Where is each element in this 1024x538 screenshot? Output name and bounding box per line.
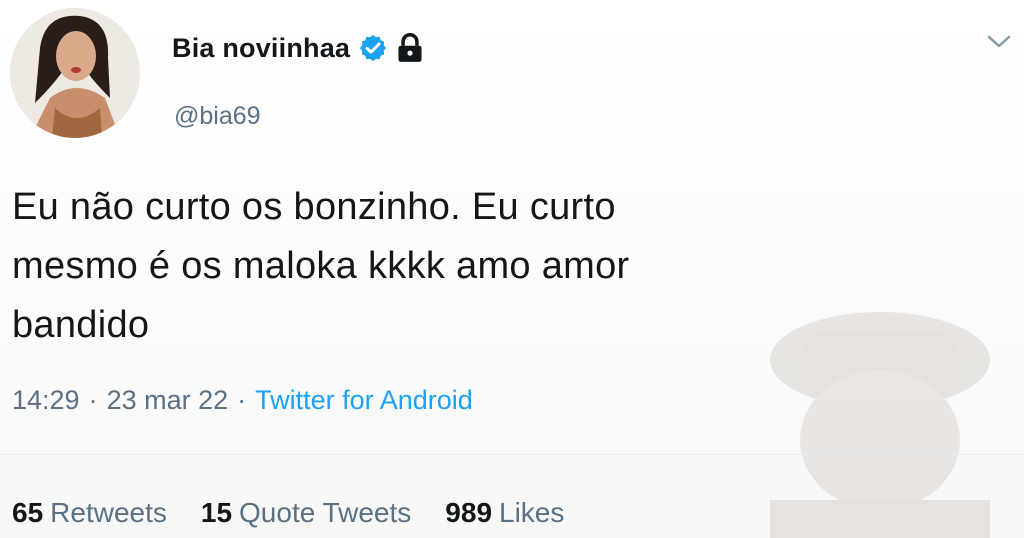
tweet-text: Eu não curto os bonzinho. Eu curto mesmo… [12, 178, 912, 355]
tweet-text-line: Eu não curto os bonzinho. Eu curto [12, 186, 616, 228]
quote-tweets-stat[interactable]: 15 Quote Tweets [201, 497, 411, 529]
retweets-count: 65 [12, 497, 44, 528]
tweet-text-line: bandido [12, 304, 150, 346]
verified-badge-icon [358, 33, 388, 63]
user-handle[interactable]: @bia69 [174, 102, 261, 131]
tweet-source-link[interactable]: Twitter for Android [255, 385, 473, 416]
tweet-time[interactable]: 14:29 [12, 385, 80, 416]
chevron-down-icon[interactable] [984, 30, 1014, 54]
likes-stat[interactable]: 989 Likes [445, 497, 564, 529]
avatar[interactable] [10, 8, 140, 138]
retweets-label: Retweets [50, 497, 167, 528]
retweets-stat[interactable]: 65 Retweets [12, 497, 167, 529]
display-name[interactable]: Bia noviinhaa [172, 33, 350, 64]
tweet-stats: 65 Retweets 15 Quote Tweets 989 Likes [12, 497, 598, 529]
likes-count: 989 [445, 497, 493, 528]
meta-separator: · [237, 385, 247, 415]
tweet-date[interactable]: 23 mar 22 [107, 385, 229, 416]
tweet-meta: 14:29 · 23 mar 22 · Twitter for Android [12, 385, 473, 416]
divider [0, 454, 1024, 455]
lock-icon [396, 33, 424, 63]
quote-tweets-label: Quote Tweets [239, 497, 412, 528]
tweet-text-line: mesmo é os maloka kkkk amo amor [12, 245, 630, 287]
likes-label: Likes [499, 497, 565, 528]
quote-tweets-count: 15 [200, 497, 233, 528]
display-name-row: Bia noviinhaa [172, 30, 424, 66]
tweet-card: Bia noviinhaa @bia69 Eu não curto os bon… [0, 0, 1024, 538]
meta-separator: · [88, 385, 98, 415]
